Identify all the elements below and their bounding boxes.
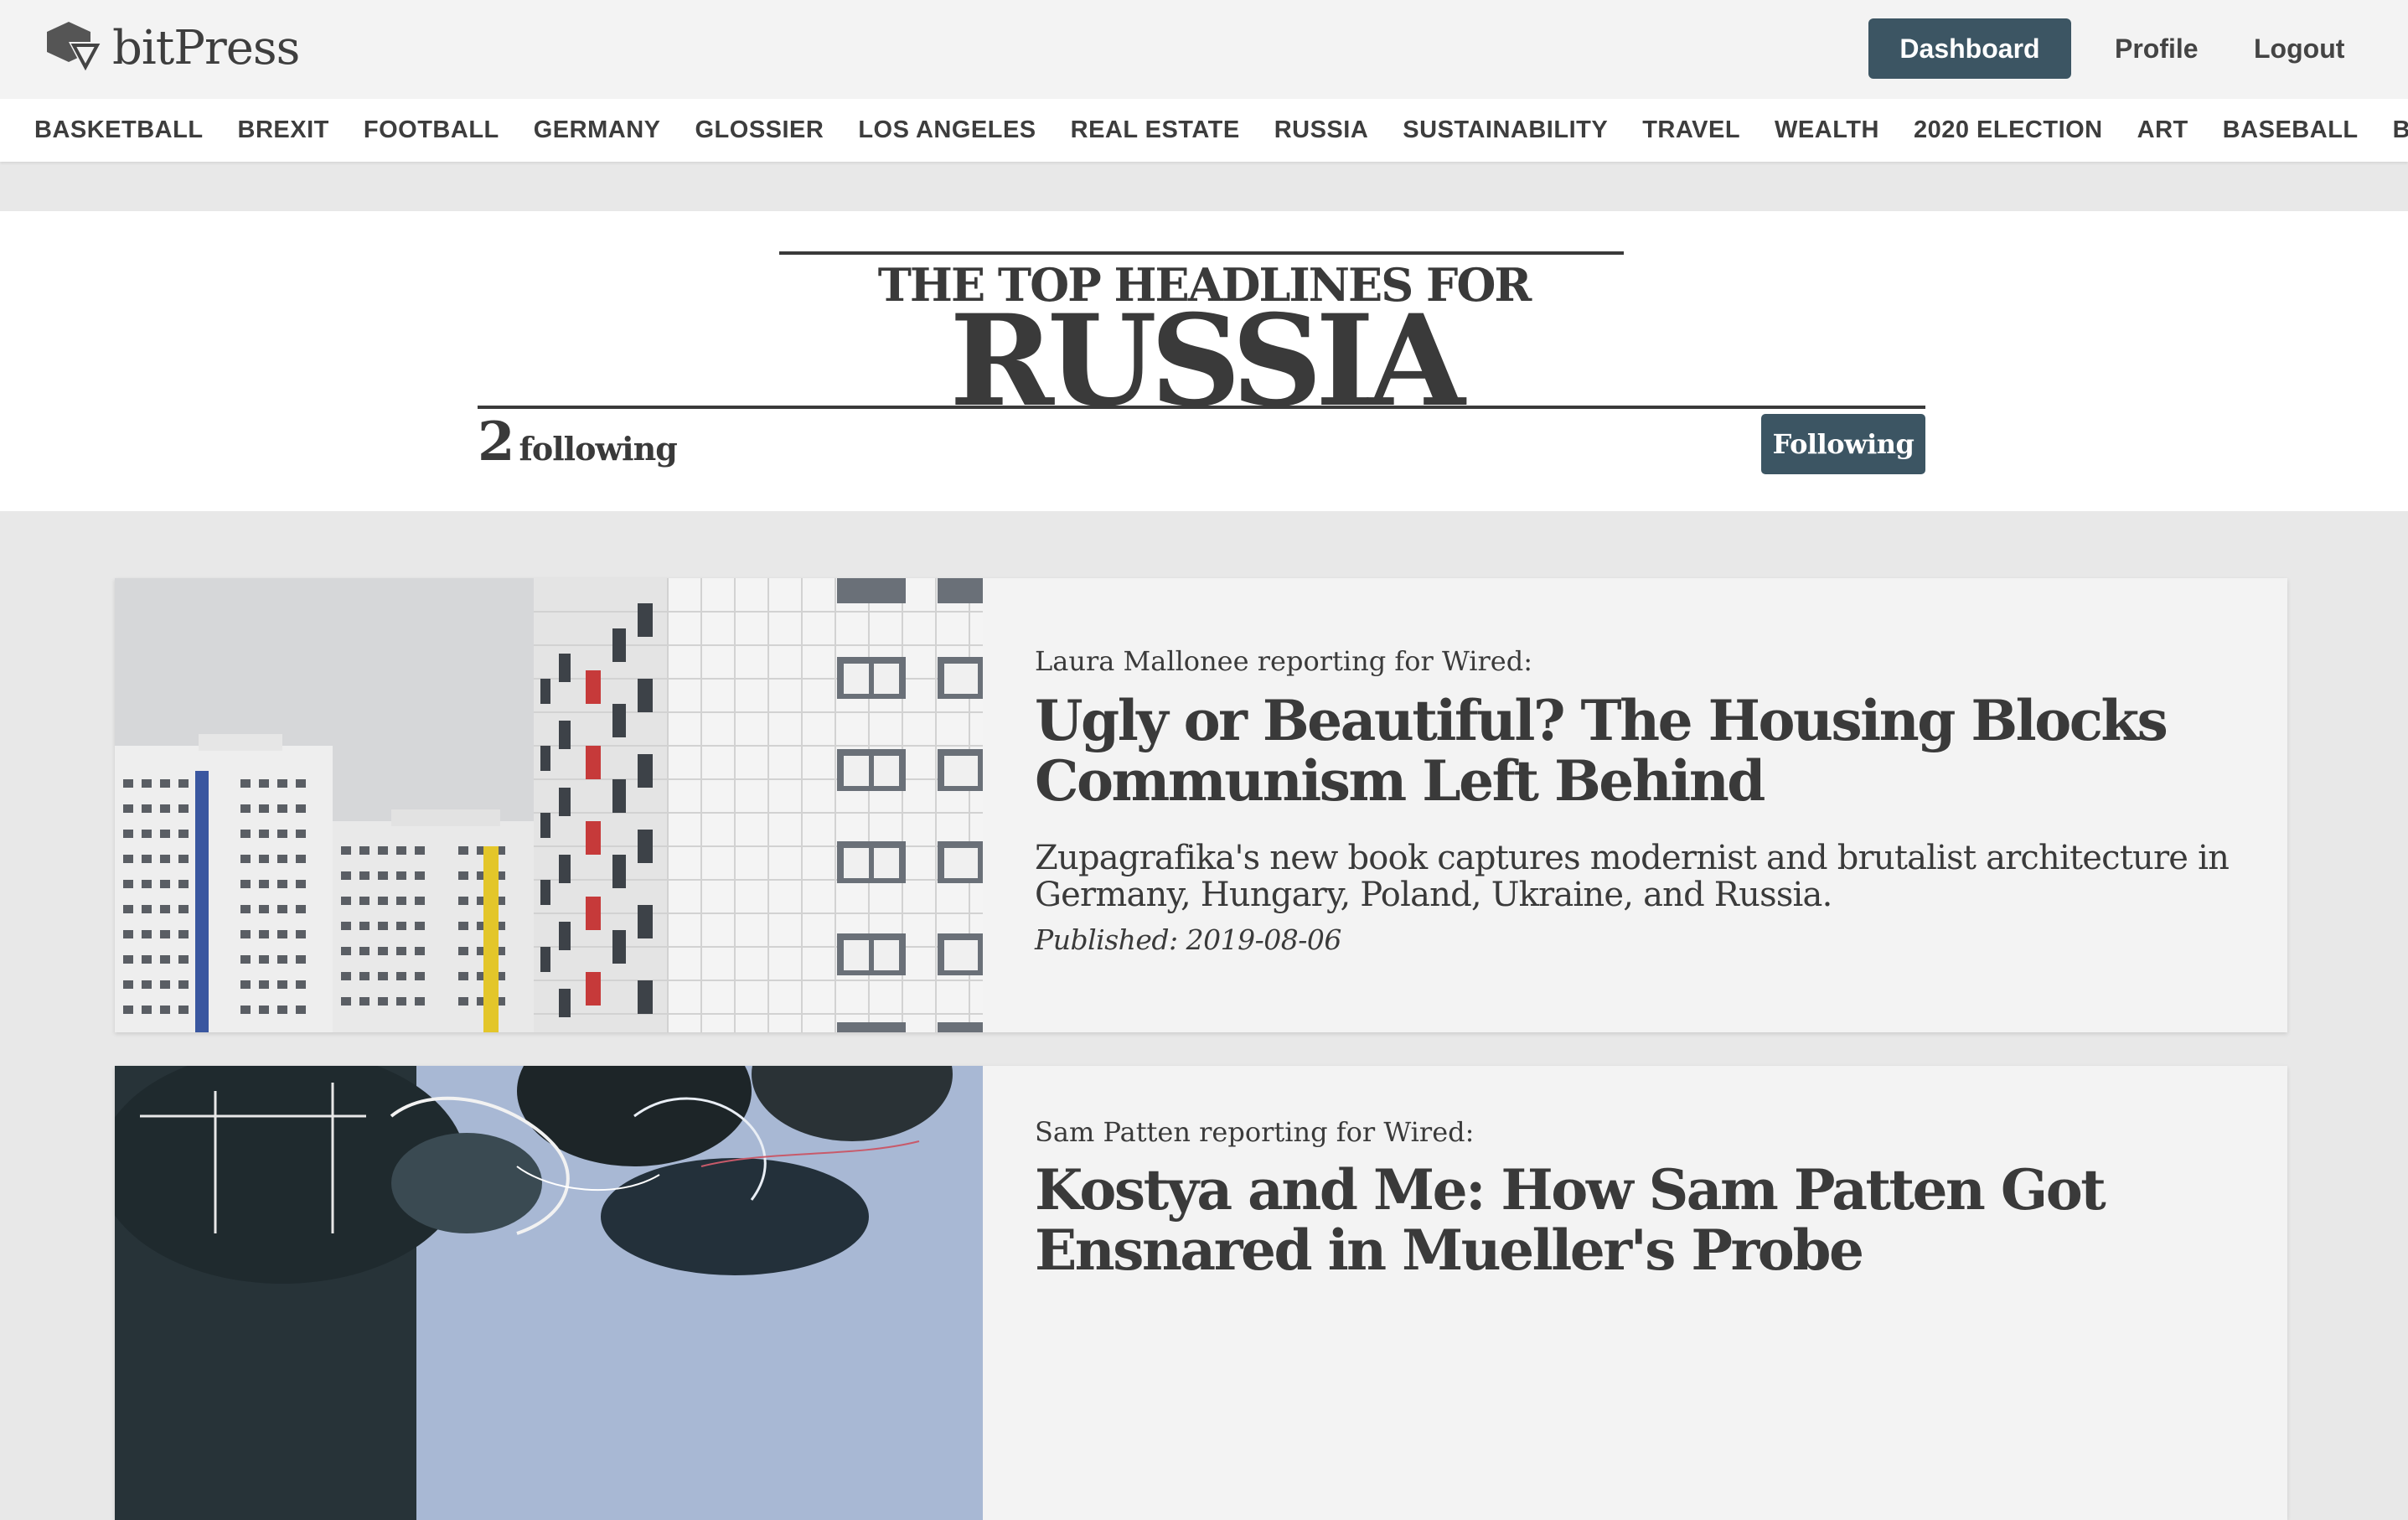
brand-name: bitPress bbox=[112, 20, 300, 75]
topic-nav-bar: BASKETBALL BREXIT FOOTBALL GERMANY GLOSSIER L… bbox=[0, 99, 2408, 162]
topic-link[interactable]: LOS ANGELES bbox=[858, 99, 1036, 162]
topic-link[interactable]: WEALTH bbox=[1775, 99, 1879, 162]
topic-link[interactable]: SUSTAINABILITY bbox=[1403, 99, 1608, 162]
topic-link[interactable]: GERMANY bbox=[534, 99, 661, 162]
follower-count: 2 following bbox=[478, 411, 678, 473]
article-title[interactable]: Kostya and Me: How Sam Patten Got Ensnar… bbox=[1035, 1160, 2241, 1280]
article-title[interactable]: Ugly or Beautiful? The Housing Blocks Co… bbox=[1035, 690, 2241, 811]
topic-link[interactable]: ART bbox=[2137, 99, 2188, 162]
bottom-rule bbox=[478, 406, 1925, 409]
article-card[interactable]: Sam Patten reporting for Wired: Kostya a… bbox=[115, 1066, 2287, 1520]
article-image[interactable] bbox=[115, 1066, 983, 1520]
article-image[interactable] bbox=[115, 578, 983, 1032]
profile-link[interactable]: Profile bbox=[2115, 18, 2199, 79]
top-header: bitPress Dashboard Profile Logout bbox=[0, 0, 2408, 99]
logout-link[interactable]: Logout bbox=[2254, 18, 2344, 79]
topic-link[interactable]: REAL ESTATE bbox=[1071, 99, 1240, 162]
brand-logo[interactable]: bitPress bbox=[44, 18, 300, 77]
follower-count-number: 2 bbox=[478, 411, 514, 473]
topic-link[interactable]: 2020 ELECTION bbox=[1914, 99, 2103, 162]
topic-link[interactable]: TRAVEL bbox=[1642, 99, 1740, 162]
top-rule bbox=[779, 251, 1624, 255]
following-button[interactable]: Following bbox=[1761, 414, 1925, 474]
topic-link[interactable]: BASKETBALL bbox=[34, 99, 204, 162]
article-card[interactable]: Laura Mallonee reporting for Wired: Ugly… bbox=[115, 578, 2287, 1032]
topic-link[interactable]: GLOSSIER bbox=[695, 99, 824, 162]
topic-link[interactable]: BREXIT bbox=[238, 99, 329, 162]
topic-headline-section: THE TOP HEADLINES FOR RUSSIA 2 following … bbox=[0, 211, 2408, 511]
follower-count-label: following bbox=[519, 430, 678, 468]
topic-link[interactable]: BEAUTY bbox=[2393, 99, 2408, 162]
article-byline: Laura Mallonee reporting for Wired: bbox=[1035, 645, 1532, 677]
bitpress-logo-icon bbox=[47, 22, 102, 74]
topic-title: RUSSIA bbox=[949, 287, 1465, 435]
topic-link[interactable]: FOOTBALL bbox=[364, 99, 499, 162]
topic-link[interactable]: RUSSIA bbox=[1274, 99, 1369, 162]
topic-link[interactable]: BASEBALL bbox=[2223, 99, 2359, 162]
dashboard-button[interactable]: Dashboard bbox=[1868, 18, 2071, 79]
article-summary: Zupagrafika's new book captures modernis… bbox=[1035, 839, 2230, 914]
article-byline: Sam Patten reporting for Wired: bbox=[1035, 1116, 1475, 1148]
article-published-date: Published: 2019-08-06 bbox=[1035, 923, 1341, 956]
